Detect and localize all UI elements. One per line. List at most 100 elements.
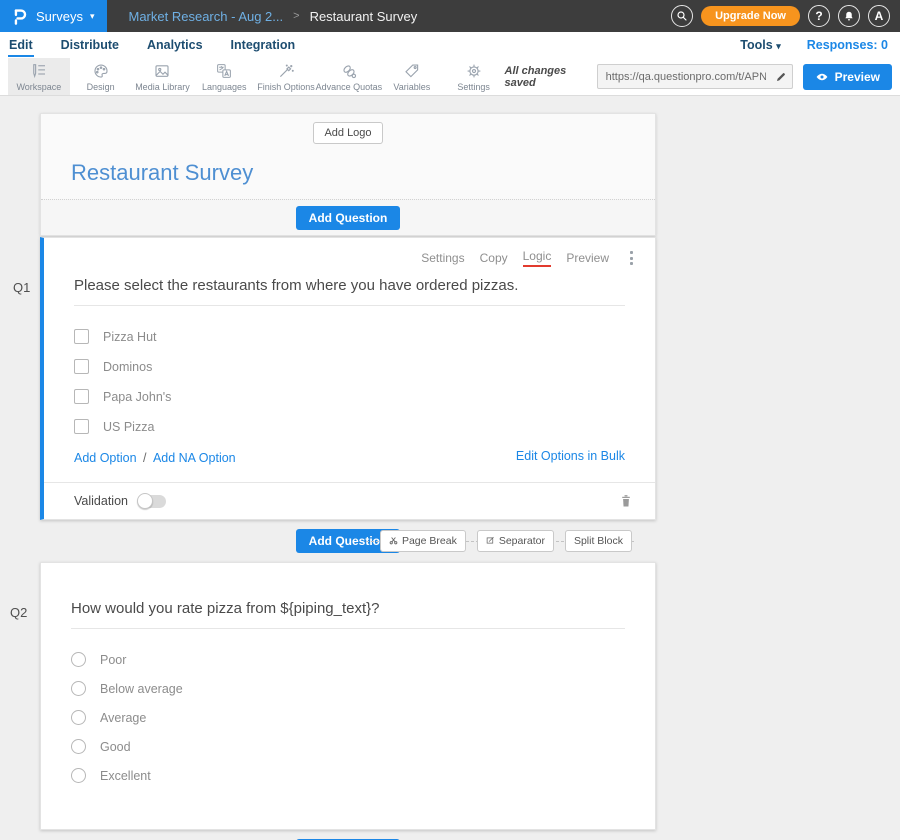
topbar-actions: Upgrade Now ? A xyxy=(671,5,900,27)
tab-integration[interactable]: Integration xyxy=(230,34,297,57)
q1-option-row[interactable]: US Pizza xyxy=(74,419,625,434)
kebab-menu-icon[interactable] xyxy=(626,249,637,267)
checkbox[interactable] xyxy=(74,419,89,434)
survey-canvas: Add Logo Restaurant Survey Add Question … xyxy=(0,96,900,840)
account-button[interactable]: A xyxy=(868,5,890,27)
q1-action-bar: Settings Copy Logic Preview xyxy=(44,238,655,267)
question-card-q2: Q2 How would you rate pizza from ${pipin… xyxy=(40,562,656,830)
delete-question-icon[interactable] xyxy=(619,493,633,509)
toolbar-item-advance-quotas[interactable]: Advance Quotas xyxy=(317,58,381,95)
checkbox[interactable] xyxy=(74,389,89,404)
insert-strip-top: Add Question xyxy=(41,199,655,235)
split-block-button[interactable]: Split Block xyxy=(565,530,632,552)
radio-button[interactable] xyxy=(71,739,86,754)
radio-button[interactable] xyxy=(71,681,86,696)
breadcrumb-folder[interactable]: Market Research - Aug 2... xyxy=(129,9,284,24)
q1-footer: Validation xyxy=(44,482,655,519)
q2-option-row[interactable]: Average xyxy=(71,710,625,725)
q1-copy-link[interactable]: Copy xyxy=(480,251,508,265)
q2-option-row[interactable]: Below average xyxy=(71,681,625,696)
notifications-button[interactable] xyxy=(838,5,860,27)
question-number-q1: Q1 xyxy=(13,280,30,295)
question-card-q1: Q1 Settings Copy Logic Preview Please se… xyxy=(40,237,656,520)
q1-option-row[interactable]: Pizza Hut xyxy=(74,329,625,344)
search-button[interactable] xyxy=(671,5,693,27)
survey-title[interactable]: Restaurant Survey xyxy=(71,160,655,199)
preview-button[interactable]: Preview xyxy=(803,64,892,90)
checkbox[interactable] xyxy=(74,329,89,344)
search-icon xyxy=(676,10,688,22)
toolbar-item-workspace[interactable]: Workspace xyxy=(8,58,70,95)
insert-strip-1: Add Question Page Break Separator Split … xyxy=(40,520,656,561)
survey-header-card: Add Logo Restaurant Survey Add Question xyxy=(40,113,656,236)
survey-url-input[interactable] xyxy=(598,71,770,83)
q1-logic-link[interactable]: Logic xyxy=(523,249,552,267)
avatar: A xyxy=(875,9,884,23)
toolbar-item-design[interactable]: Design xyxy=(70,58,132,95)
app-menu-label: Surveys xyxy=(36,9,83,24)
edit-options-in-bulk-link[interactable]: Edit Options in Bulk xyxy=(516,449,625,467)
add-option-link[interactable]: Add Option xyxy=(74,451,137,465)
breadcrumb-separator-icon: > xyxy=(293,10,299,22)
app-menu-surveys[interactable]: Surveys ▾ xyxy=(0,0,107,32)
survey-url-box xyxy=(597,64,793,89)
image-icon xyxy=(153,62,171,80)
editor-toolbar: Workspace Design Media Library Languages… xyxy=(0,58,900,96)
q1-option-row[interactable]: Papa John's xyxy=(74,389,625,404)
eye-icon xyxy=(815,70,829,84)
radio-button[interactable] xyxy=(71,768,86,783)
tab-distribute[interactable]: Distribute xyxy=(60,34,120,57)
palette-icon xyxy=(92,62,110,80)
toolbar-item-languages[interactable]: Languages xyxy=(193,58,255,95)
separator-button[interactable]: Separator xyxy=(477,530,554,552)
checkbox[interactable] xyxy=(74,359,89,374)
radio-button[interactable] xyxy=(71,710,86,725)
scissors-icon xyxy=(389,536,398,545)
workspace-icon xyxy=(30,62,48,80)
validation-label: Validation xyxy=(74,494,128,508)
survey-nav: Edit Distribute Analytics Integration To… xyxy=(0,32,900,58)
add-na-option-link[interactable]: Add NA Option xyxy=(153,451,236,465)
bell-icon xyxy=(843,10,855,22)
q1-options-list: Pizza Hut Dominos Papa John's US Pizza xyxy=(74,329,625,434)
radio-button[interactable] xyxy=(71,652,86,667)
toolbar-item-settings[interactable]: Settings xyxy=(443,58,505,95)
translate-icon xyxy=(215,62,233,80)
questionpro-logo-icon xyxy=(10,7,29,26)
tab-edit[interactable]: Edit xyxy=(8,34,34,57)
q1-settings-link[interactable]: Settings xyxy=(421,251,464,265)
save-status: All changes saved xyxy=(505,65,587,89)
help-button[interactable]: ? xyxy=(808,5,830,27)
validation-toggle[interactable] xyxy=(138,495,166,508)
tab-analytics[interactable]: Analytics xyxy=(146,34,204,57)
insert-strip-2: Add Question Page Break Separator xyxy=(40,830,656,840)
pencil-icon xyxy=(775,71,787,83)
q2-option-row[interactable]: Poor xyxy=(71,652,625,667)
help-icon: ? xyxy=(815,9,822,23)
responses-count[interactable]: Responses: 0 xyxy=(807,38,888,52)
chevron-down-icon: ▾ xyxy=(90,11,95,22)
q1-option-row[interactable]: Dominos xyxy=(74,359,625,374)
edit-url-button[interactable] xyxy=(770,65,792,88)
tag-icon xyxy=(403,62,421,80)
question-number-q2: Q2 xyxy=(10,605,27,620)
q2-option-row[interactable]: Good xyxy=(71,739,625,754)
breadcrumb: Market Research - Aug 2... > Restaurant … xyxy=(129,9,418,24)
add-logo-button[interactable]: Add Logo xyxy=(313,122,382,144)
breadcrumb-current: Restaurant Survey xyxy=(310,9,418,24)
add-question-button[interactable]: Add Question xyxy=(296,206,401,230)
q1-option-links: Add Option / Add NA Option Edit Options … xyxy=(74,449,625,482)
top-bar: Surveys ▾ Market Research - Aug 2... > R… xyxy=(0,0,900,32)
upgrade-now-button[interactable]: Upgrade Now xyxy=(701,6,800,26)
q1-question-text[interactable]: Please select the restaurants from where… xyxy=(74,277,625,306)
q2-option-row[interactable]: Excellent xyxy=(71,768,625,783)
q2-question-text[interactable]: How would you rate pizza from ${piping_t… xyxy=(71,600,625,629)
separator-icon xyxy=(486,536,495,545)
toolbar-item-finish-options[interactable]: Finish Options xyxy=(255,58,317,95)
tools-menu[interactable]: Tools ▾ xyxy=(740,38,780,52)
q1-preview-link[interactable]: Preview xyxy=(566,251,609,265)
toolbar-item-variables[interactable]: Variables xyxy=(381,58,443,95)
toolbar-item-media-library[interactable]: Media Library xyxy=(132,58,194,95)
q2-options-list: Poor Below average Average Good Excellen… xyxy=(71,652,625,783)
page-break-button[interactable]: Page Break xyxy=(380,530,466,552)
